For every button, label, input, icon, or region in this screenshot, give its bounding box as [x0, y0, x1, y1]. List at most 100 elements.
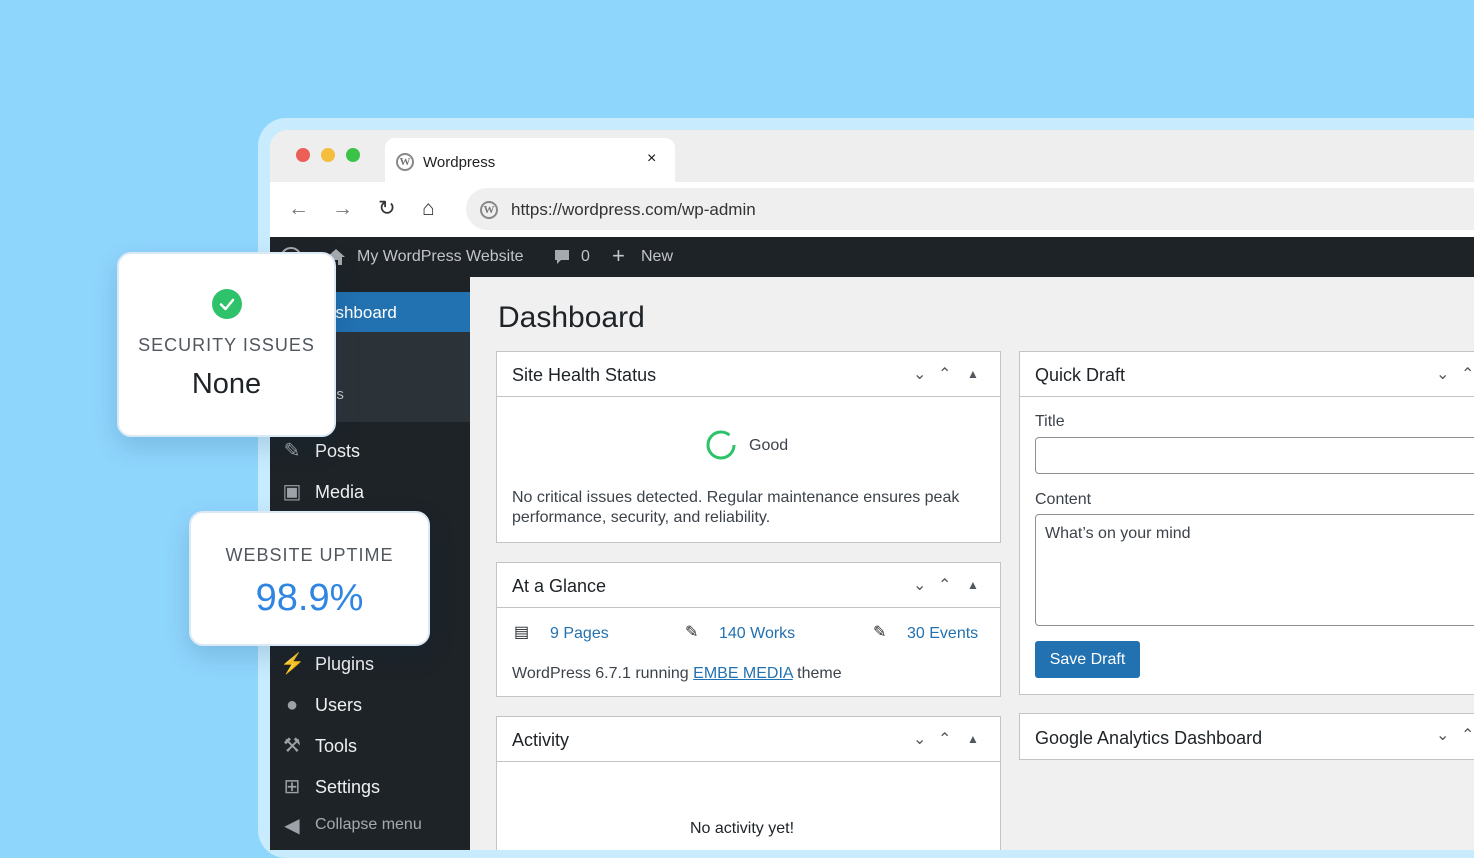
chevron-up-icon[interactable]: ⌃ [938, 575, 951, 595]
sidebar-item-label: Plugins [315, 654, 375, 674]
maximize-window-button[interactable] [346, 148, 360, 162]
activity-empty-text: No activity yet! [690, 820, 795, 837]
chevron-down-icon[interactable]: ⌄ [913, 575, 926, 595]
widget-title: Activity [512, 730, 570, 750]
media-icon: ▣ [282, 481, 302, 503]
title-label: Title [1035, 413, 1065, 430]
version-suffix: theme [792, 665, 842, 682]
widget-title: Site Health Status [512, 365, 657, 385]
plus-icon[interactable]: + [612, 243, 625, 269]
google-analytics-widget: Google Analytics Dashboard ⌄ ⌃ [1019, 713, 1474, 760]
widget-header: At a Glance ⌄ ⌃ ▲ [497, 563, 1000, 608]
quick-draft-widget: Quick Draft ⌄ ⌃ Title Content What’s on … [1019, 351, 1474, 695]
browser-toolbar: ← → ↻ ⌂ W https://wordpress.com/wp-admin [270, 182, 1474, 237]
tab-title: Wordpress [423, 154, 496, 171]
toggle-arrow-icon[interactable]: ▲ [967, 367, 979, 381]
chevron-down-icon[interactable]: ⌄ [913, 729, 926, 749]
chevron-up-icon[interactable]: ⌃ [1461, 364, 1474, 384]
health-description: No critical issues detected. Regular mai… [512, 489, 960, 526]
sidebar-item-label: Users [315, 695, 363, 715]
sidebar-item-label: Collapse menu [315, 816, 422, 833]
tab-strip: W Wordpress × [270, 130, 1474, 182]
pin-icon: ✎ [283, 440, 301, 462]
toggle-arrow-icon[interactable]: ▲ [967, 732, 979, 746]
comments-count[interactable]: 0 [581, 248, 590, 266]
draft-content-textarea[interactable]: What’s on your mind [1035, 514, 1474, 626]
draft-content-placeholder: What’s on your mind [1045, 525, 1191, 542]
site-name-link[interactable]: My WordPress Website [357, 248, 524, 266]
works-count-link[interactable]: 140 Works [719, 624, 795, 644]
tab-close-button[interactable]: × [647, 150, 656, 168]
dashboard-content: Dashboard Site Health Status ⌄ ⌃ ▲ Good … [470, 277, 1474, 850]
page-title: Dashboard [498, 301, 645, 334]
wrench-icon: ⚒ [283, 735, 301, 757]
widget-header: Activity ⌄ ⌃ ▲ [497, 717, 1000, 762]
sidebar-item-media[interactable]: ▣ Media [270, 476, 470, 510]
widget-title: Google Analytics Dashboard [1035, 728, 1263, 748]
address-bar[interactable]: W https://wordpress.com/wp-admin [466, 188, 1474, 230]
chevron-down-icon[interactable]: ⌄ [1436, 364, 1449, 384]
website-uptime-label: WEBSITE UPTIME [225, 545, 394, 565]
version-info: WordPress 6.7.1 running EMBE MEDIA theme [512, 664, 842, 684]
website-uptime-value: 98.9% [255, 577, 364, 619]
security-issues-value: None [191, 368, 262, 400]
chevron-up-icon[interactable]: ⌃ [938, 364, 951, 384]
new-content-link[interactable]: New [641, 248, 673, 266]
back-arrow-icon[interactable]: ← [288, 198, 309, 220]
home-icon[interactable]: ⌂ [422, 198, 435, 220]
browser-window: W Wordpress × ← → ↻ ⌂ W https://wordpres… [270, 130, 1474, 850]
widget-header: Google Analytics Dashboard ⌄ ⌃ [1020, 714, 1474, 759]
sidebar-item-label: Posts [315, 441, 361, 461]
sidebar-item-label: ashboard [326, 303, 397, 322]
website-uptime-card: WEBSITE UPTIME 98.9% [189, 511, 430, 646]
browser-tab[interactable]: W Wordpress × [385, 138, 675, 182]
sidebar-item-label: Media [315, 482, 365, 502]
security-issues-card: SECURITY ISSUES None [117, 252, 336, 437]
widget-header: Site Health Status ⌄ ⌃ ▲ [497, 352, 1000, 397]
minimize-window-button[interactable] [321, 148, 335, 162]
sidebar-item-users[interactable]: ● Users [270, 689, 470, 723]
health-status-ring-icon [706, 430, 736, 460]
close-window-button[interactable] [296, 148, 310, 162]
sidebar-item-posts[interactable]: ✎ Posts [270, 435, 470, 469]
widget-title: Quick Draft [1035, 365, 1126, 385]
events-count-link[interactable]: 30 Events [907, 624, 978, 644]
content-label: Content [1035, 491, 1092, 508]
sidebar-item-settings[interactable]: ⊞ Settings [270, 771, 470, 805]
pages-count-link[interactable]: 9 Pages [550, 624, 609, 644]
security-issues-label: SECURITY ISSUES [138, 335, 315, 355]
plugin-icon: ⚡ [280, 653, 305, 675]
save-draft-button[interactable]: Save Draft [1035, 641, 1140, 678]
reload-icon[interactable]: ↻ [378, 198, 396, 220]
collapse-menu-button[interactable]: ◀ Collapse menu [270, 810, 470, 844]
url-text: https://wordpress.com/wp-admin [511, 200, 756, 219]
widget-title: At a Glance [512, 576, 607, 596]
widget-header: Quick Draft ⌄ ⌃ [1020, 352, 1474, 397]
user-icon: ● [285, 694, 299, 716]
wordpress-logo-icon: W [480, 201, 498, 219]
sidebar-item-label: Settings [315, 777, 381, 797]
check-circle-icon [212, 289, 242, 319]
settings-icon: ⊞ [283, 776, 301, 798]
toggle-arrow-icon[interactable]: ▲ [967, 578, 979, 592]
chevron-up-icon[interactable]: ⌃ [938, 729, 951, 749]
theme-link[interactable]: EMBE MEDIA [693, 665, 793, 682]
wordpress-logo-icon: W [396, 153, 414, 171]
draft-title-input[interactable] [1035, 437, 1474, 474]
site-health-widget: Site Health Status ⌄ ⌃ ▲ Good No critica… [496, 351, 1001, 543]
activity-widget: Activity ⌄ ⌃ ▲ No activity yet! [496, 716, 1001, 850]
pin-icon: ✎ [685, 624, 699, 641]
sidebar-item-plugins[interactable]: ⚡ Plugins [270, 648, 470, 682]
pin-icon: ✎ [873, 624, 887, 641]
chevron-down-icon[interactable]: ⌄ [1436, 725, 1449, 745]
at-a-glance-widget: At a Glance ⌄ ⌃ ▲ ▤ 9 Pages ✎ 140 Works … [496, 562, 1001, 697]
chevron-up-icon[interactable]: ⌃ [1461, 725, 1474, 745]
version-prefix: WordPress 6.7.1 running [512, 665, 694, 682]
comment-icon[interactable] [553, 248, 571, 266]
chevron-down-icon[interactable]: ⌄ [913, 364, 926, 384]
forward-arrow-icon[interactable]: → [332, 198, 353, 220]
health-status-label: Good [749, 437, 789, 454]
sidebar-item-tools[interactable]: ⚒ Tools [270, 730, 470, 764]
sidebar-item-label: Tools [315, 736, 358, 756]
collapse-icon: ◀ [284, 815, 300, 837]
